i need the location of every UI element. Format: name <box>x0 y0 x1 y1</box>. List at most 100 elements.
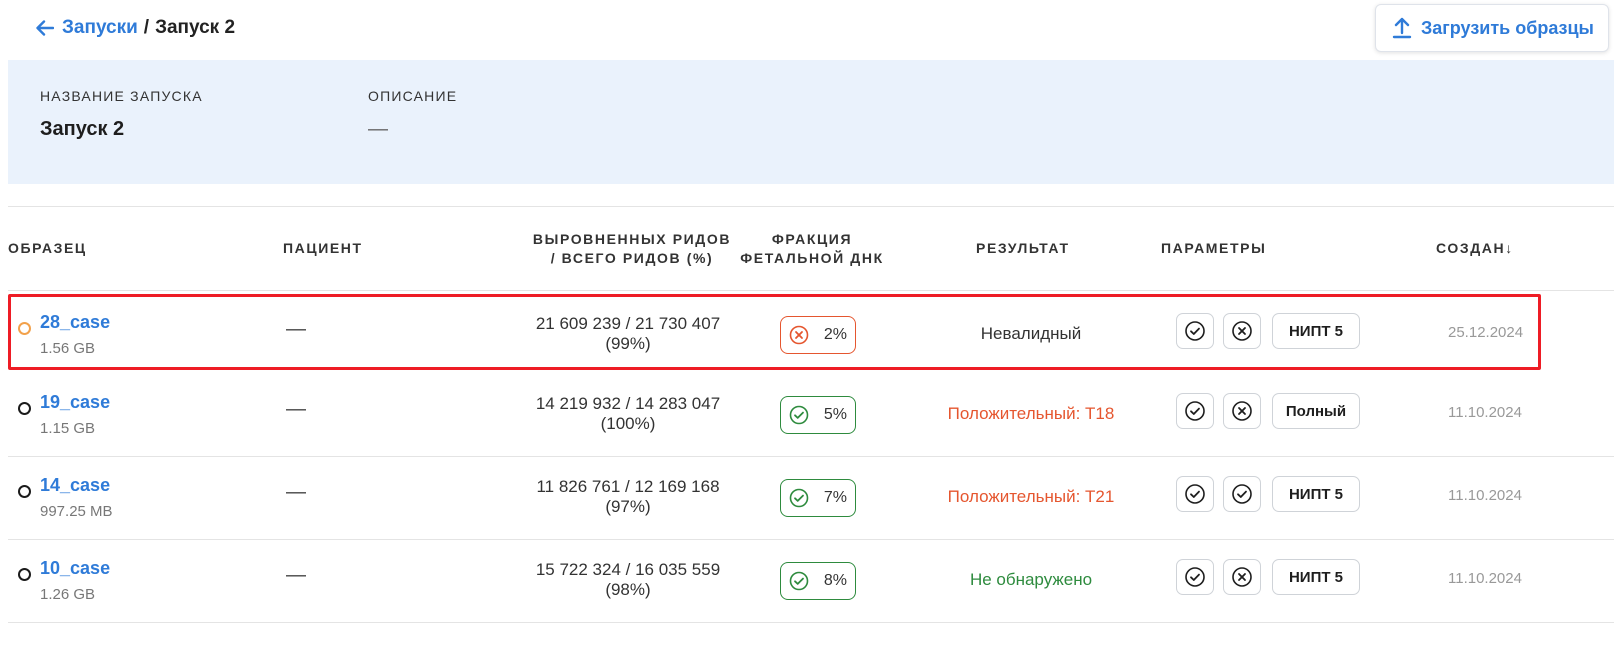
fetal-fraction-badge: 5% <box>780 396 856 434</box>
created-date: 11.10.2024 <box>1448 404 1522 421</box>
check-circle-icon <box>789 488 809 508</box>
divider <box>8 206 1614 207</box>
sort-desc-icon[interactable]: ↓ <box>1505 240 1514 256</box>
created-date: 11.10.2024 <box>1448 570 1522 587</box>
breadcrumb-runs-link[interactable]: Запуски <box>62 17 138 39</box>
test-type-tag[interactable]: НИПТ 5 <box>1272 476 1360 512</box>
reads-percent: (98%) <box>605 580 651 599</box>
run-name-label: НАЗВАНИЕ ЗАПУСКА <box>40 88 203 104</box>
sample-name-link[interactable]: 19_case <box>40 392 110 413</box>
param-second-button[interactable] <box>1223 393 1261 429</box>
column-header-fraction-line2: ФЕТАЛЬНОЙ ДНК <box>740 250 884 266</box>
status-indicator-icon <box>18 568 31 581</box>
run-name-value: Запуск 2 <box>40 118 125 140</box>
status-indicator-icon <box>18 485 31 498</box>
column-header-reads: ВЫРОВНЕННЫХ РИДОВ / ВСЕГО РИДОВ (%) <box>520 230 744 268</box>
table-row[interactable]: 28_case 1.56 GB — 21 609 239 / 21 730 40… <box>8 294 1541 370</box>
arrow-left-icon[interactable] <box>36 20 54 36</box>
fetal-fraction-badge: 8% <box>780 562 856 600</box>
status-indicator-icon <box>18 322 31 335</box>
table-row[interactable]: 19_case 1.15 GB — 14 219 932 / 14 283 04… <box>8 374 1614 457</box>
upload-samples-button[interactable]: Загрузить образцы <box>1375 4 1609 52</box>
column-header-created-label: СОЗДАН <box>1436 240 1506 256</box>
param-second-button[interactable] <box>1223 559 1261 595</box>
run-info-panel: НАЗВАНИЕ ЗАПУСКА Запуск 2 ОПИСАНИЕ — <box>8 60 1614 184</box>
fetal-fraction-badge: 2% <box>780 316 856 354</box>
cross-circle-icon <box>1231 566 1253 588</box>
cross-circle-icon <box>789 325 809 345</box>
created-date: 11.10.2024 <box>1448 487 1522 504</box>
run-description-block: ОПИСАНИЕ — <box>368 88 457 141</box>
fetal-fraction-value: 5% <box>823 406 847 423</box>
param-check-button[interactable] <box>1176 476 1214 512</box>
check-circle-icon <box>789 405 809 425</box>
reads-percent: (97%) <box>605 497 651 516</box>
test-type-tag[interactable]: НИПТ 5 <box>1272 559 1360 595</box>
test-type-tag[interactable]: Полный <box>1272 393 1360 429</box>
column-header-patient: ПАЦИЕНТ <box>283 240 363 256</box>
reads-value: 15 722 324 / 16 035 559 (98%) <box>528 560 728 600</box>
sample-name-link[interactable]: 28_case <box>40 312 110 333</box>
column-header-params: ПАРАМЕТРЫ <box>1161 240 1267 256</box>
run-name-block: НАЗВАНИЕ ЗАПУСКА Запуск 2 <box>40 88 203 141</box>
param-check-button[interactable] <box>1176 393 1214 429</box>
divider <box>8 290 1614 291</box>
column-header-reads-line1: ВЫРОВНЕННЫХ РИДОВ <box>532 231 732 247</box>
sample-size: 1.15 GB <box>40 420 96 437</box>
reads-counts: 15 722 324 / 16 035 559 <box>535 560 721 579</box>
upload-samples-label: Загрузить образцы <box>1421 17 1594 38</box>
check-circle-icon <box>1184 566 1206 588</box>
run-description-label: ОПИСАНИЕ <box>368 88 458 104</box>
reads-value: 11 826 761 / 12 169 168 (97%) <box>528 477 728 517</box>
reads-counts: 21 609 239 / 21 730 407 <box>535 314 721 333</box>
column-header-fraction-line1: ФРАКЦИЯ <box>771 231 853 247</box>
status-indicator-icon <box>18 402 31 415</box>
check-circle-icon <box>789 571 809 591</box>
check-circle-icon <box>1231 483 1253 505</box>
param-check-button[interactable] <box>1176 559 1214 595</box>
fetal-fraction-value: 8% <box>823 572 847 589</box>
breadcrumb-separator: / <box>143 17 150 38</box>
column-header-reads-line2: / ВСЕГО РИДОВ (%) <box>550 250 714 266</box>
fetal-fraction-badge: 7% <box>780 479 856 517</box>
param-second-button[interactable] <box>1223 313 1261 349</box>
patient-value: — <box>286 398 306 420</box>
param-second-button[interactable] <box>1223 476 1261 512</box>
breadcrumb: Запуски / Запуск 2 <box>36 17 235 39</box>
reads-value: 21 609 239 / 21 730 407 (99%) <box>528 314 728 354</box>
sample-size: 1.26 GB <box>40 586 96 603</box>
column-header-result: РЕЗУЛЬТАТ <box>976 240 1070 256</box>
check-circle-icon <box>1184 320 1206 342</box>
sample-name-link[interactable]: 10_case <box>40 558 110 579</box>
created-date: 25.12.2024 <box>1448 324 1524 341</box>
param-check-button[interactable] <box>1176 313 1214 349</box>
patient-value: — <box>286 481 306 503</box>
upload-icon <box>1392 17 1412 39</box>
patient-value: — <box>286 564 306 586</box>
column-header-sample: ОБРАЗЕЦ <box>8 240 87 256</box>
result-value: Не обнаружено <box>969 570 1093 589</box>
top-bar: Запуски / Запуск 2 Загрузить образцы <box>0 0 1614 60</box>
result-value: Невалидный <box>980 324 1082 343</box>
breadcrumb-current: Запуск 2 <box>155 17 236 38</box>
column-header-created[interactable]: СОЗДАН↓ <box>1436 239 1514 258</box>
cross-circle-icon <box>1231 400 1253 422</box>
run-description-value: — <box>368 118 388 140</box>
cross-circle-icon <box>1231 320 1253 342</box>
test-type-tag[interactable]: НИПТ 5 <box>1272 313 1360 349</box>
patient-value: — <box>286 318 306 340</box>
column-header-fraction: ФРАКЦИЯ ФЕТАЛЬНОЙ ДНК <box>730 230 894 268</box>
result-value: Положительный: T21 <box>947 487 1115 506</box>
sample-size: 1.56 GB <box>40 340 96 357</box>
fetal-fraction-value: 2% <box>823 326 847 343</box>
sample-name-link[interactable]: 14_case <box>40 475 110 496</box>
reads-percent: (99%) <box>605 334 651 353</box>
reads-value: 14 219 932 / 14 283 047 (100%) <box>528 394 728 434</box>
table-row[interactable]: 14_case 997.25 MB — 11 826 761 / 12 169 … <box>8 457 1614 540</box>
check-circle-icon <box>1184 483 1206 505</box>
sample-size: 997.25 MB <box>40 503 113 520</box>
table-row[interactable]: 10_case 1.26 GB — 15 722 324 / 16 035 55… <box>8 540 1614 623</box>
check-circle-icon <box>1184 400 1206 422</box>
result-value: Положительный: T18 <box>947 404 1115 423</box>
reads-counts: 11 826 761 / 12 169 168 <box>536 477 720 496</box>
